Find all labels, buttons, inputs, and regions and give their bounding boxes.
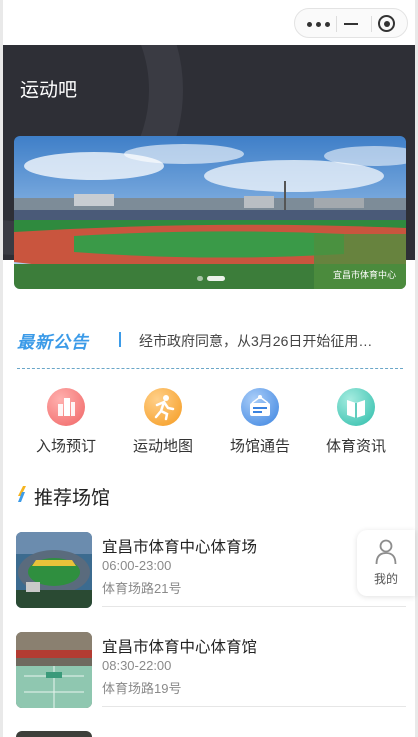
stadium-photo <box>16 532 92 608</box>
capsule-divider <box>336 16 337 32</box>
venue-address: 体育场路19号 <box>102 681 182 696</box>
mine-button[interactable]: 我的 <box>357 530 415 596</box>
mini-program-page: 运动吧 宜昌市体育中心 最新公告 经市政府同意，从3月26日开始征用… 入场预订… <box>3 0 415 737</box>
capsule-divider <box>371 16 372 32</box>
notice-board-icon <box>241 388 279 426</box>
quick-entry-label: 运动地图 <box>132 438 193 455</box>
page-title: 运动吧 <box>20 80 78 101</box>
person-icon <box>375 539 397 565</box>
stadium-banner-photo <box>14 136 406 289</box>
venue-name: 宜昌市体育中心体育馆 <box>102 639 258 656</box>
top-bar <box>3 0 415 45</box>
quick-entry-grid: 入场预订 运动地图 场馆通告 体育资讯 <box>3 388 415 468</box>
venue-divider <box>102 706 406 707</box>
section-mark-icon <box>18 486 26 502</box>
venue-name: 宜昌市体育中心体育场 <box>102 539 258 556</box>
minimize-icon[interactable] <box>344 23 358 25</box>
notice-divider <box>119 332 121 347</box>
banner-carousel[interactable]: 宜昌市体育中心 <box>14 136 406 289</box>
carousel-indicator <box>197 276 229 281</box>
target-close-icon[interactable] <box>378 15 395 32</box>
notice-text[interactable]: 经市政府同意，从3月26日开始征用… <box>139 331 394 351</box>
mine-label: 我的 <box>373 572 398 586</box>
notice-tag: 最新公告 <box>17 333 89 352</box>
venue-card[interactable]: 宜昌市体育中心体育场 06:00-23:00 体育场路21号 <box>16 532 406 622</box>
quick-entry-label: 入场预订 <box>35 438 96 455</box>
venue-card[interactable]: 宜昌市体育中心体育馆 08:30-22:00 体育场路19号 <box>16 632 406 722</box>
quick-entry-venue-notice[interactable]: 场馆通告 <box>210 388 310 456</box>
venue-hours: 06:00-23:00 <box>102 558 172 573</box>
gymnasium-photo <box>16 632 92 708</box>
building-icon <box>47 388 85 426</box>
notice-bar[interactable]: 最新公告 经市政府同意，从3月26日开始征用… <box>17 325 402 355</box>
venue-divider <box>102 606 406 607</box>
venue-thumb-partial <box>16 731 92 737</box>
quick-entry-booking[interactable]: 入场预订 <box>16 388 116 456</box>
venue-hours: 08:30-22:00 <box>102 658 172 673</box>
quick-entry-label: 场馆通告 <box>229 438 290 455</box>
capsule-menu <box>294 8 408 38</box>
banner-watermark: 宜昌市体育中心 <box>332 270 396 280</box>
book-icon <box>337 388 375 426</box>
section-title: 推荐场馆 <box>34 488 111 509</box>
quick-entry-sports-map[interactable]: 运动地图 <box>113 388 213 456</box>
quick-entry-sports-news[interactable]: 体育资讯 <box>306 388 406 456</box>
quick-entry-label: 体育资讯 <box>325 438 386 455</box>
venue-address: 体育场路21号 <box>102 581 182 596</box>
dashed-divider <box>17 368 403 369</box>
more-dots-icon[interactable] <box>305 18 335 30</box>
runner-icon <box>144 388 182 426</box>
